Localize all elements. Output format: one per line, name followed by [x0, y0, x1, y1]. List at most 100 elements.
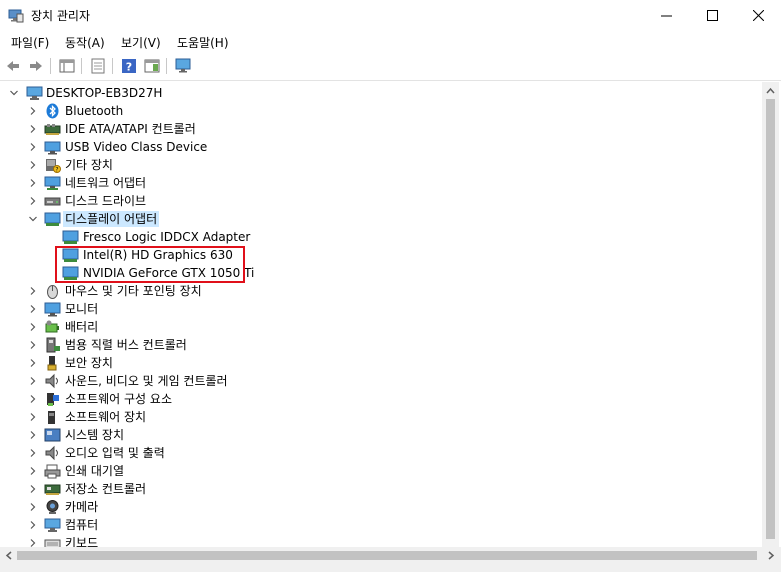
- tree-item-label: 디스크 드라이브: [65, 194, 147, 208]
- tree-item-label: DESKTOP-EB3D27H: [46, 86, 163, 100]
- properties-icon: [91, 58, 105, 74]
- scroll-right-icon[interactable]: [762, 547, 779, 564]
- display-adapter-icon: [62, 230, 79, 244]
- vertical-scrollbar[interactable]: [762, 82, 779, 547]
- tree-category[interactable]: Bluetooth: [1, 102, 761, 120]
- expand-chevron-icon[interactable]: [28, 534, 38, 547]
- status-bar: [0, 564, 781, 572]
- expand-chevron-icon[interactable]: [28, 480, 38, 498]
- tree-item-label: 소프트웨어 구성 요소: [65, 392, 172, 406]
- forward-icon: [30, 61, 42, 71]
- vertical-scroll-thumb[interactable]: [766, 99, 775, 539]
- tree-category[interactable]: ? 기타 장치: [1, 156, 761, 174]
- horizontal-scroll-thumb[interactable]: [17, 551, 757, 560]
- action-pane-button[interactable]: [143, 57, 161, 75]
- tree-category[interactable]: 보안 장치: [1, 354, 761, 372]
- expand-chevron-icon[interactable]: [28, 318, 38, 336]
- expand-chevron-icon[interactable]: [28, 174, 38, 192]
- scroll-up-icon[interactable]: [762, 82, 779, 99]
- storage-controller-icon: [44, 484, 61, 495]
- device-manager-icon: [8, 9, 24, 23]
- tree-device[interactable]: Fresco Logic IDDCX Adapter: [1, 228, 761, 246]
- tree-category[interactable]: 카메라: [1, 498, 761, 516]
- expand-chevron-icon[interactable]: [28, 192, 38, 210]
- tree-category[interactable]: 디스크 드라이브: [1, 192, 761, 210]
- tree-item-label: 사운드, 비디오 및 게임 컨트롤러: [65, 374, 228, 388]
- menu-action[interactable]: 동작(A): [65, 34, 105, 51]
- maximize-icon: [706, 10, 718, 21]
- tree-category[interactable]: IDE ATA/ATAPI 컨트롤러: [1, 120, 761, 138]
- tree-item-label: USB Video Class Device: [65, 140, 208, 154]
- tree-category[interactable]: 소프트웨어 장치: [1, 408, 761, 426]
- expand-chevron-icon[interactable]: [28, 390, 38, 408]
- sound-icon: [45, 373, 58, 389]
- expand-chevron-icon[interactable]: [28, 282, 38, 300]
- tree-item-label: IDE ATA/ATAPI 컨트롤러: [65, 122, 196, 136]
- expand-chevron-icon[interactable]: [28, 120, 38, 138]
- tree-category[interactable]: USB Video Class Device: [1, 138, 761, 156]
- menu-view[interactable]: 보기(V): [121, 34, 161, 51]
- show-hide-tree-button[interactable]: [58, 57, 76, 75]
- audio-io-icon: [45, 445, 58, 461]
- tree-category[interactable]: 시스템 장치: [1, 426, 761, 444]
- expand-chevron-icon[interactable]: [28, 516, 38, 534]
- tree-item-label: 마우스 및 기타 포인팅 장치: [65, 284, 202, 298]
- expand-chevron-icon[interactable]: [28, 462, 38, 480]
- usb-controller-icon: [46, 337, 60, 353]
- forward-button[interactable]: [27, 57, 45, 75]
- tree-item-label: 디스플레이 어댑터: [63, 211, 160, 227]
- tree-item-label: 소프트웨어 장치: [65, 410, 147, 424]
- tree-category[interactable]: 소프트웨어 구성 요소: [1, 390, 761, 408]
- menu-help[interactable]: 도움말(H): [177, 34, 229, 51]
- expand-chevron-icon[interactable]: [28, 354, 38, 372]
- expand-chevron-icon[interactable]: [28, 372, 38, 390]
- keyboard-icon: [44, 539, 61, 547]
- menu-bar: 파일(F) 동작(A) 보기(V) 도움말(H): [0, 31, 781, 53]
- scroll-left-icon[interactable]: [0, 547, 17, 564]
- battery-icon: [45, 320, 59, 333]
- expand-chevron-icon[interactable]: [28, 156, 38, 174]
- expand-chevron-icon[interactable]: [28, 444, 38, 462]
- minimize-button[interactable]: [643, 0, 689, 31]
- tree-root-computer[interactable]: DESKTOP-EB3D27H: [1, 84, 761, 102]
- properties-button[interactable]: [89, 57, 107, 75]
- expand-chevron-icon[interactable]: [28, 102, 38, 120]
- close-button[interactable]: [735, 0, 781, 31]
- horizontal-scrollbar[interactable]: [0, 547, 781, 564]
- menu-file[interactable]: 파일(F): [11, 34, 49, 51]
- expand-chevron-icon[interactable]: [28, 336, 38, 354]
- show-hide-tree-icon: [59, 59, 75, 73]
- tree-category[interactable]: 네트워크 어댑터: [1, 174, 761, 192]
- expand-chevron-icon[interactable]: [28, 138, 38, 156]
- tree-category[interactable]: 디스플레이 어댑터: [1, 210, 761, 228]
- usb-video-icon: [44, 141, 61, 155]
- security-device-icon: [47, 356, 57, 371]
- tree-category[interactable]: 인쇄 대기열: [1, 462, 761, 480]
- tree-category[interactable]: 범용 직렬 버스 컨트롤러: [1, 336, 761, 354]
- tree-item-label: 키보드: [65, 536, 99, 547]
- tree-item-label: 기타 장치: [65, 158, 113, 172]
- collapse-chevron-icon[interactable]: [9, 84, 19, 102]
- help-button[interactable]: ?: [120, 57, 138, 75]
- tree-category[interactable]: 사운드, 비디오 및 게임 컨트롤러: [1, 372, 761, 390]
- ide-controller-icon: [44, 124, 61, 135]
- expand-chevron-icon[interactable]: [28, 408, 38, 426]
- tree-category[interactable]: 마우스 및 기타 포인팅 장치: [1, 282, 761, 300]
- collapse-chevron-icon[interactable]: [28, 210, 38, 228]
- tree-category[interactable]: 오디오 입력 및 출력: [1, 444, 761, 462]
- tree-category[interactable]: 배터리: [1, 318, 761, 336]
- expand-chevron-icon[interactable]: [28, 300, 38, 318]
- tree-category[interactable]: 저장소 컨트롤러: [1, 480, 761, 498]
- expand-chevron-icon[interactable]: [28, 426, 38, 444]
- back-button[interactable]: [4, 57, 22, 75]
- other-devices-icon: ?: [46, 159, 61, 173]
- scan-hardware-button[interactable]: [175, 57, 193, 75]
- maximize-button[interactable]: [689, 0, 735, 31]
- expand-chevron-icon[interactable]: [28, 498, 38, 516]
- device-tree[interactable]: DESKTOP-EB3D27H Bluetooth IDE ATA/ATAPI 컨트…: [1, 82, 761, 547]
- tree-category[interactable]: 모니터: [1, 300, 761, 318]
- tree-category[interactable]: 키보드: [1, 534, 761, 547]
- tree-category[interactable]: 컴퓨터: [1, 516, 761, 534]
- bluetooth-icon: [46, 103, 59, 119]
- monitor-scan-icon: [175, 58, 191, 73]
